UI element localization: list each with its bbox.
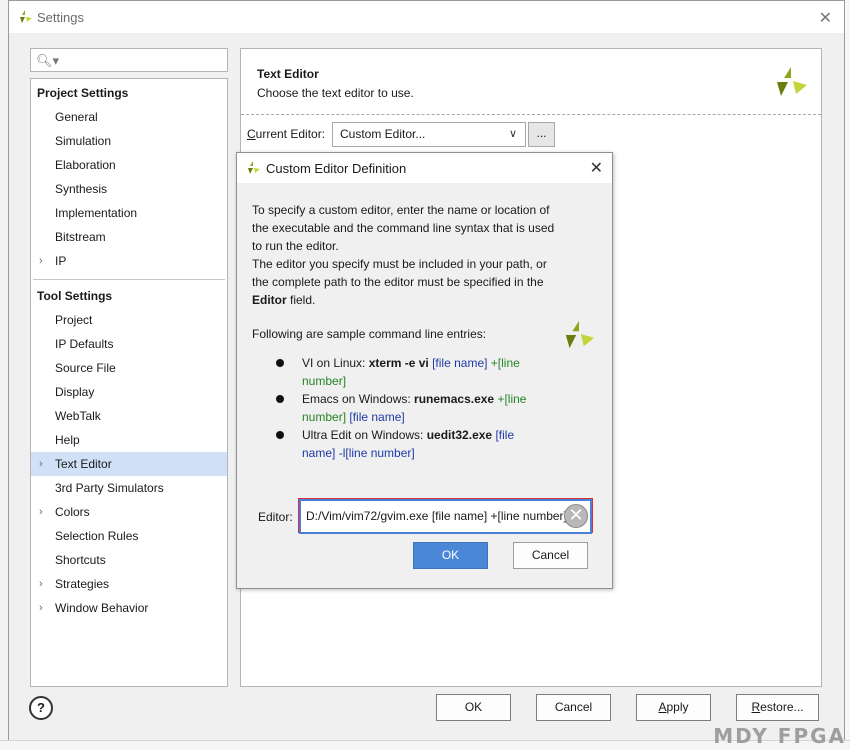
sidebar-item-webtalk[interactable]: WebTalk <box>31 404 227 428</box>
watermark: MDY FPGA <box>713 724 846 748</box>
sidebar-item-label: Text Editor <box>55 457 112 471</box>
sidebar-item-label: Elaboration <box>55 158 116 172</box>
tree-divider <box>33 279 225 280</box>
sidebar-item-label: Strategies <box>55 577 110 591</box>
sidebar-item-project[interactable]: Project <box>31 308 227 332</box>
current-editor-select[interactable]: Custom Editor... ∨ <box>332 122 526 147</box>
sidebar-item-strategies[interactable]: › Strategies <box>31 572 227 596</box>
sidebar-item-label: Help <box>55 433 80 447</box>
sidebar-item-label: Bitstream <box>55 230 106 244</box>
search-input[interactable]: 🔍︎▾ <box>30 48 228 72</box>
sidebar-item-label: Source File <box>55 361 116 375</box>
sidebar-item-synthesis[interactable]: Synthesis <box>31 177 227 201</box>
sidebar-item-label: Project <box>55 313 93 327</box>
vivado-logo-icon <box>248 161 260 174</box>
sidebar-item-label: General <box>55 110 98 124</box>
chevron-right-icon[interactable]: › <box>39 596 43 620</box>
tree-section-heading: Tool Settings <box>37 289 113 303</box>
vivado-logo-icon <box>565 320 595 349</box>
settings-tree: Project Settings General Simulation Elabora… <box>30 78 228 687</box>
list-item: Ultra Edit on Windows: uedit32.exe [file… <box>276 426 546 462</box>
instructions-paragraph-2-end: field. <box>286 293 316 307</box>
tree-section-heading: Project Settings <box>37 86 129 100</box>
sidebar-item-window-behavior[interactable]: › Window Behavior <box>31 596 227 620</box>
title-bar: Settings ✕ <box>9 1 844 33</box>
chevron-right-icon[interactable]: › <box>39 452 43 476</box>
ok-button[interactable]: OK <box>436 694 511 721</box>
apply-button[interactable]: Apply <box>636 694 711 721</box>
sidebar-item-source-file[interactable]: Source File <box>31 356 227 380</box>
vivado-logo-icon <box>777 67 807 96</box>
sidebar-item-label: Display <box>55 385 95 399</box>
current-editor-label: Current Editor: <box>247 127 326 141</box>
sidebar-item-shortcuts[interactable]: Shortcuts <box>31 548 227 572</box>
sidebar-item-display[interactable]: Display <box>31 380 227 404</box>
clear-icon[interactable]: ✕ <box>564 504 588 528</box>
sidebar-item-label: 3rd Party Simulators <box>55 481 164 495</box>
sidebar-item-implementation[interactable]: Implementation <box>31 201 227 225</box>
chevron-right-icon[interactable]: › <box>39 572 43 596</box>
page-title: Text Editor <box>257 67 319 81</box>
sidebar-item-bitstream[interactable]: Bitstream <box>31 225 227 249</box>
list-item: VI on Linux: xterm -e vi [file name] +[l… <box>276 354 546 390</box>
dialog-ok-button[interactable]: OK <box>413 542 488 569</box>
sample-heading: Following are sample command line entrie… <box>252 327 487 341</box>
sidebar-item-label: Selection Rules <box>55 529 139 543</box>
cancel-button[interactable]: Cancel <box>536 694 611 721</box>
editor-label: Editor: <box>258 510 293 524</box>
bullet-icon <box>276 395 284 403</box>
sidebar-item-label: WebTalk <box>55 409 101 423</box>
bullet-icon <box>276 359 284 367</box>
sidebar-item-ip[interactable]: › IP <box>31 249 227 273</box>
dialog-cancel-button[interactable]: Cancel <box>513 542 588 569</box>
restore-button[interactable]: Restore... <box>736 694 819 721</box>
page-subtitle: Choose the text editor to use. <box>257 86 414 100</box>
sidebar-item-label: IP <box>55 254 67 268</box>
close-icon[interactable]: ✕ <box>590 158 603 178</box>
instructions-paragraph-2-start: The editor you specify must be included … <box>252 257 547 289</box>
vivado-logo-icon <box>20 10 32 23</box>
editor-field[interactable]: D:/Vim/vim72/gvim.exe [file name] +[line… <box>299 499 592 534</box>
content-header: Text Editor Choose the text editor to us… <box>241 49 821 115</box>
list-item: Emacs on Windows: runemacs.exe +[line nu… <box>276 390 546 426</box>
sidebar-item-label: Simulation <box>55 134 112 148</box>
sidebar-item-label: Colors <box>55 505 90 519</box>
sidebar-item-label: Shortcuts <box>55 553 106 567</box>
browse-editor-button[interactable]: ... <box>528 122 555 147</box>
sidebar-item-selection-rules[interactable]: Selection Rules <box>31 524 227 548</box>
sidebar-item-label: Implementation <box>55 206 138 220</box>
sidebar-item-colors[interactable]: › Colors <box>31 500 227 524</box>
dialog-title: Custom Editor Definition <box>266 161 407 176</box>
sidebar-item-text-editor[interactable]: › Text Editor <box>31 452 227 476</box>
sidebar-item-general[interactable]: General <box>31 105 227 129</box>
chevron-right-icon[interactable]: › <box>39 249 43 273</box>
instructions-paragraph-1: To specify a custom editor, enter the na… <box>252 203 555 253</box>
chevron-down-icon: ∨ <box>508 128 517 140</box>
sample-list: VI on Linux: xterm -e vi [file name] +[l… <box>276 354 546 462</box>
custom-editor-dialog: Custom Editor Definition ✕ To specify a … <box>236 152 613 589</box>
sidebar-item-elaboration[interactable]: Elaboration <box>31 153 227 177</box>
sidebar-item-label: Window Behavior <box>55 601 149 615</box>
dialog-title-bar: Custom Editor Definition ✕ <box>237 153 612 183</box>
chevron-right-icon[interactable]: › <box>39 500 43 524</box>
sidebar-item-ip-defaults[interactable]: IP Defaults <box>31 332 227 356</box>
sidebar-item-help[interactable]: Help <box>31 428 227 452</box>
dialog-instructions: To specify a custom editor, enter the na… <box>252 201 562 309</box>
help-button[interactable]: ? <box>29 696 53 720</box>
close-icon[interactable]: ✕ <box>819 8 832 28</box>
search-icon: 🔍︎▾ <box>36 53 60 68</box>
sidebar-item-label: Synthesis <box>55 182 108 196</box>
editor-field-reference: Editor <box>252 293 287 307</box>
sidebar-item-label: IP Defaults <box>55 337 114 351</box>
sidebar-item-simulation[interactable]: Simulation <box>31 129 227 153</box>
window-title: Settings <box>37 10 84 25</box>
sidebar-item-3rd-party-simulators[interactable]: 3rd Party Simulators <box>31 476 227 500</box>
bullet-icon <box>276 431 284 439</box>
